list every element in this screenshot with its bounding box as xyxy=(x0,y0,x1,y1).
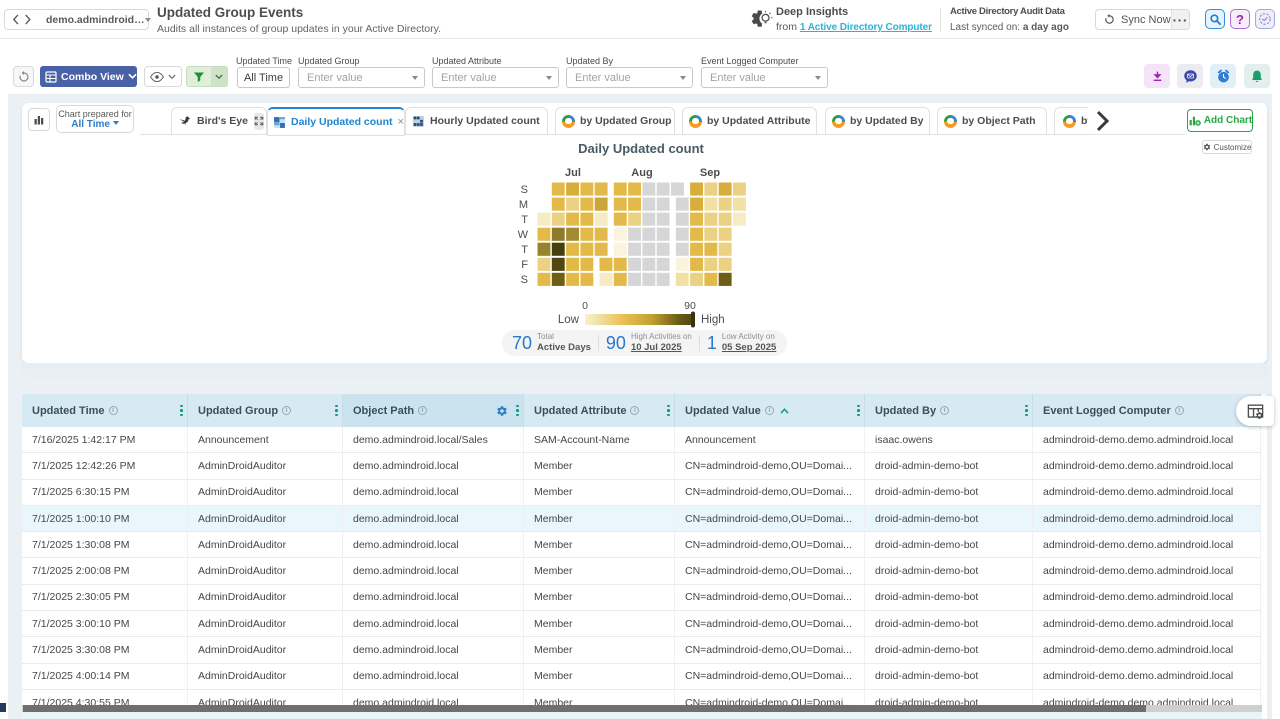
svg-text:Jul: Jul xyxy=(565,167,581,179)
svg-text:T: T xyxy=(521,214,528,226)
svg-text:Aug: Aug xyxy=(631,167,652,179)
svg-text:90: 90 xyxy=(684,300,696,312)
svg-text:M: M xyxy=(519,199,528,211)
svg-text:W: W xyxy=(518,229,529,241)
svg-text:Low: Low xyxy=(558,314,580,326)
svg-text:F: F xyxy=(521,259,528,271)
svg-text:S: S xyxy=(521,274,528,286)
svg-text:S: S xyxy=(521,184,528,196)
svg-text:Sep: Sep xyxy=(700,167,720,179)
svg-text:High: High xyxy=(701,314,725,326)
svg-text:0: 0 xyxy=(582,300,588,312)
svg-text:T: T xyxy=(521,244,528,256)
